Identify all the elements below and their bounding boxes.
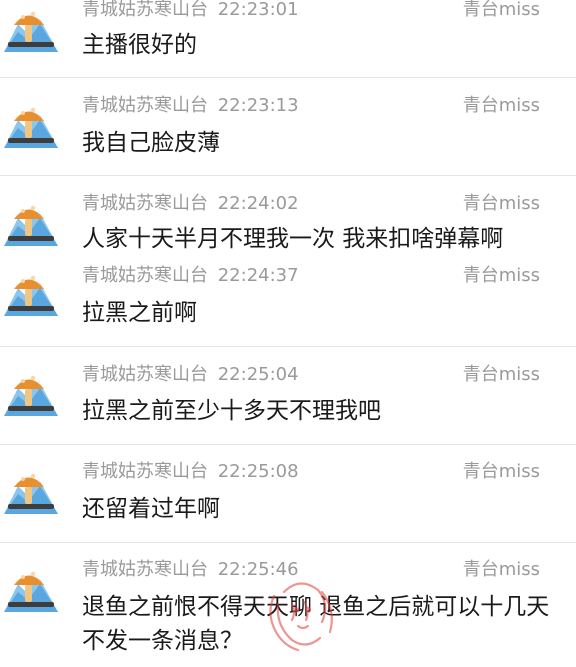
message-time: 22:25:04 (217, 364, 299, 385)
message-text: 还留着过年啊 (82, 496, 220, 522)
recipient-name: 青台miss (462, 364, 540, 385)
mushroom-mountain-avatar-icon (4, 562, 58, 616)
mushroom-mountain-avatar-icon (4, 196, 58, 250)
sender-name: 青城姑苏寒山台 (82, 0, 208, 20)
mushroom-mountain-avatar-icon (4, 2, 58, 56)
avatar[interactable] (4, 2, 58, 56)
message-meta: 青城姑苏寒山台 22:25:08 青台miss (82, 460, 540, 484)
message-meta: 青城姑苏寒山台 22:24:02 青台miss (82, 192, 540, 216)
divider (0, 346, 576, 347)
recipient-name: 青台miss (462, 95, 540, 116)
recipient-name: 青台miss (462, 559, 540, 580)
message-text: 人家十天半月不理我一次 我来扣啥弹幕啊 (82, 226, 504, 252)
avatar[interactable] (4, 562, 58, 616)
mushroom-mountain-avatar-icon (4, 98, 58, 152)
message-text: 我自己脸皮薄 (82, 130, 220, 156)
recipient-name: 青台miss (462, 265, 540, 286)
message-meta: 青城姑苏寒山台 22:25:04 青台miss (82, 363, 540, 387)
sender-name: 青城姑苏寒山台 (82, 461, 208, 482)
divider (0, 444, 576, 445)
message-time: 22:23:13 (217, 95, 299, 116)
message-time: 22:25:08 (217, 461, 299, 482)
recipient-name: 青台miss (462, 193, 540, 214)
avatar[interactable] (4, 266, 58, 320)
avatar[interactable] (4, 196, 58, 250)
avatar[interactable] (4, 464, 58, 518)
mushroom-mountain-avatar-icon (4, 366, 58, 420)
message-time: 22:24:37 (217, 265, 299, 286)
message-text: 拉黑之前啊 (82, 300, 197, 326)
message-meta: 青城姑苏寒山台 22:24:37 青台miss (82, 264, 540, 288)
sender-name: 青城姑苏寒山台 (82, 265, 208, 286)
message-meta: 青城姑苏寒山台 22:23:01 青台miss (82, 0, 540, 22)
message-text: 主播很好的 (82, 32, 197, 58)
recipient-name: 青台miss (462, 0, 540, 20)
sender-name: 青城姑苏寒山台 (82, 95, 208, 116)
avatar[interactable] (4, 98, 58, 152)
sender-name: 青城姑苏寒山台 (82, 364, 208, 385)
message-meta: 青城姑苏寒山台 22:23:13 青台miss (82, 94, 540, 118)
avatar[interactable] (4, 366, 58, 420)
red-portrait-watermark (262, 574, 338, 654)
message-time: 22:24:02 (217, 193, 299, 214)
divider (0, 175, 576, 176)
mushroom-mountain-avatar-icon (4, 464, 58, 518)
divider (0, 77, 576, 78)
sender-name: 青城姑苏寒山台 (82, 193, 208, 214)
message-text: 拉黑之前至少十多天不理我吧 (82, 398, 381, 424)
divider (0, 542, 576, 543)
message-time: 22:23:01 (217, 0, 299, 20)
sender-name: 青城姑苏寒山台 (82, 559, 208, 580)
mushroom-mountain-avatar-icon (4, 266, 58, 320)
recipient-name: 青台miss (462, 461, 540, 482)
